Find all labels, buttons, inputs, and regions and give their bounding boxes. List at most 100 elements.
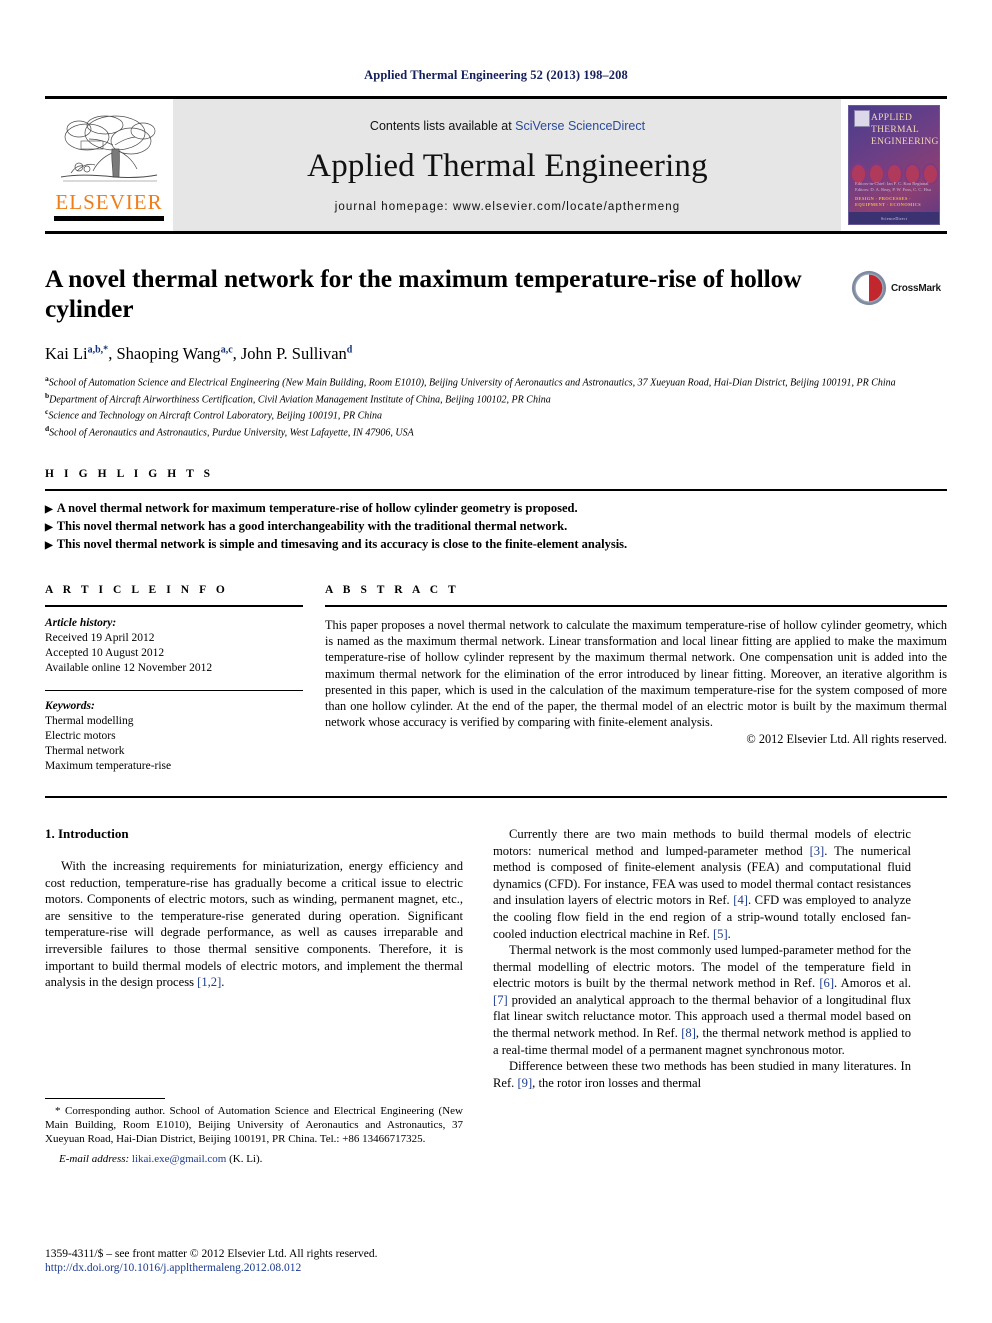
cover-art: APPLIED THERMAL ENGINEERING Editors-in-C…: [848, 105, 940, 225]
footnote-email-line: E-mail address: likai.exe@gmail.com (K. …: [45, 1152, 463, 1166]
author-name: John P. Sullivan: [240, 344, 347, 363]
citation-link[interactable]: [3]: [810, 844, 825, 858]
crossmark-icon: [851, 270, 887, 306]
footnote-email-link[interactable]: likai.exe@gmail.com: [132, 1153, 226, 1165]
author-affiliation-mark: a,b,*: [87, 344, 109, 356]
article-info-heading: A R T I C L E I N F O: [45, 583, 229, 596]
affiliation-item: cScience and Technology on Aircraft Cont…: [45, 407, 383, 422]
author-name: Shaoping Wang: [116, 344, 221, 363]
article-history-title: Article history:: [45, 616, 117, 629]
cover-publisher-bar: ScienceDirect: [849, 212, 939, 224]
article-history-lines: Received 19 April 2012 Accepted 10 August…: [45, 631, 303, 676]
author-list: Kai Lia,b,*, Shaoping Wanga,c, John P. S…: [45, 344, 353, 363]
body-columns: 1. Introduction With the increasing requ…: [45, 825, 947, 1165]
footnote-email-owner: (K. Li).: [229, 1152, 263, 1165]
article-info-column: A R T I C L E I N F O Article history: R…: [45, 584, 303, 774]
keywords-title: Keywords:: [45, 699, 95, 712]
section-divider-rule: [45, 795, 947, 798]
article-history-item: Received 19 April 2012: [45, 631, 155, 644]
highlight-item: ▶ This novel thermal network is simple an…: [45, 536, 628, 551]
footnote-rule: [45, 1097, 165, 1099]
keywords-block: Keywords: Thermal modelling Electric moto…: [45, 699, 303, 774]
citation-link[interactable]: [9]: [517, 1076, 532, 1090]
highlights-section: H I G H L I G H T S ▶ A novel thermal net…: [45, 468, 947, 554]
journal-homepage-link[interactable]: journal homepage: www.elsevier.com/locat…: [335, 201, 681, 213]
article-header: A novel thermal network for the maximum …: [45, 264, 947, 440]
doi-link[interactable]: http://dx.doi.org/10.1016/j.applthermale…: [45, 1261, 465, 1275]
cover-title-line3: ENGINEERING: [871, 137, 939, 147]
keyword-item: Maximum temperature-rise: [45, 759, 172, 772]
info-abstract-row: A R T I C L E I N F O Article history: R…: [45, 584, 947, 774]
contents-line: Contents lists available at SciVerse Sci…: [370, 119, 645, 133]
article-history-item: Accepted 10 August 2012: [45, 646, 165, 659]
body-paragraph: Thermal network is the most commonly use…: [493, 943, 911, 1057]
crossmark-badge[interactable]: CrossMark: [851, 266, 947, 310]
cover-editors-text: Editors-in-Chief: Ian F. C. Kou Regional…: [855, 181, 931, 192]
journal-cover-thumbnail: APPLIED THERMAL ENGINEERING Editors-in-C…: [841, 99, 947, 231]
bullet-arrow-icon: ▶: [45, 503, 53, 515]
elsevier-wordmark: ELSEVIER: [55, 190, 163, 214]
journal-masthead: ELSEVIER Contents lists available at Sci…: [45, 96, 947, 234]
running-head: Applied Thermal Engineering 52 (2013) 19…: [364, 68, 628, 82]
body-paragraph: Difference between these two methods has…: [493, 1059, 911, 1090]
affiliation-item: aSchool of Automation Science and Electr…: [45, 374, 896, 389]
cover-topics-text: DESIGN · PROCESSES · EQUIPMENT · ECONOMI…: [855, 196, 921, 207]
elsevier-logo: ELSEVIER: [45, 99, 173, 231]
paper-page: Applied Thermal Engineering 52 (2013) 19…: [0, 0, 992, 1323]
article-info-rule: [45, 604, 303, 607]
page-footer: 1359-4311/$ – see front matter © 2012 El…: [45, 1247, 465, 1275]
page-title: A novel thermal network for the maximum …: [45, 264, 802, 323]
keywords-lines: Thermal modelling Electric motors Thermal …: [45, 714, 303, 774]
highlights-list: ▶ A novel thermal network for maximum tem…: [45, 500, 947, 554]
right-column-paragraphs: Currently there are two main methods to …: [493, 826, 911, 1092]
highlights-heading: H I G H L I G H T S: [45, 467, 214, 480]
section-heading-introduction: 1. Introduction: [45, 825, 129, 841]
body-paragraph: With the increasing requirements for min…: [45, 858, 463, 990]
abstract-copyright: © 2012 Elsevier Ltd. All rights reserved…: [746, 732, 947, 747]
citation-link[interactable]: [1,2]: [197, 975, 221, 989]
highlights-rule: [45, 488, 947, 491]
contents-prefix: Contents lists available at: [369, 119, 516, 133]
cover-title: APPLIED THERMAL ENGINEERING: [871, 112, 939, 148]
citation-link[interactable]: [7]: [493, 993, 508, 1007]
keyword-item: Electric motors: [45, 729, 116, 742]
bullet-arrow-icon: ▶: [45, 521, 53, 533]
citation-link[interactable]: [6]: [819, 976, 834, 990]
body-paragraph: Currently there are two main methods to …: [493, 826, 911, 941]
corresponding-author-footnote: * Corresponding author. School of Automa…: [45, 1097, 463, 1166]
footnote-text: * Corresponding author. School of Automa…: [45, 1104, 463, 1146]
cover-title-line2: THERMAL: [871, 125, 920, 135]
article-history-item: Available online 12 November 2012: [45, 661, 213, 674]
citation-link[interactable]: [4]: [733, 893, 748, 907]
abstract-column: A B S T R A C T This paper proposes a no…: [303, 584, 947, 774]
affiliation-item: dSchool of Aeronautics and Astronautics,…: [45, 424, 414, 439]
affiliation-mark: c: [45, 407, 49, 417]
keywords-rule: [45, 689, 303, 691]
highlight-item: ▶ This novel thermal network has a good i…: [45, 518, 568, 533]
highlight-item: ▶ A novel thermal network for maximum tem…: [45, 500, 578, 515]
footnote-email-label: E-mail address:: [59, 1152, 130, 1165]
author-affiliation-mark: a,c: [220, 344, 233, 356]
citation-link[interactable]: [8]: [681, 1026, 696, 1040]
author-affiliation-mark: d: [346, 344, 353, 356]
affiliation-mark: b: [45, 390, 50, 400]
affiliation-mark: a: [45, 374, 49, 383]
crossmark-label: CrossMark: [891, 282, 941, 294]
article-history-block: Article history: Received 19 April 2012 A…: [45, 616, 303, 676]
body-column-left: 1. Introduction With the increasing requ…: [45, 825, 463, 1165]
issn-copyright-line: 1359-4311/$ – see front matter © 2012 El…: [45, 1248, 378, 1260]
elsevier-rule: [54, 216, 164, 221]
affiliation-list: aSchool of Automation Science and Electr…: [45, 373, 947, 440]
keyword-item: Thermal network: [45, 744, 125, 757]
left-column-paragraphs: With the increasing requirements for min…: [45, 858, 463, 991]
abstract-text: This paper proposes a novel thermal netw…: [325, 617, 947, 730]
abstract-heading: A B S T R A C T: [325, 583, 460, 596]
cover-elsevier-mark: [854, 110, 870, 127]
bullet-arrow-icon: ▶: [45, 539, 53, 551]
affiliation-item: bDepartment of Aircraft Airworthiness Ce…: [45, 390, 551, 406]
abstract-rule: [325, 604, 947, 607]
sciencedirect-link[interactable]: SciVerse ScienceDirect: [515, 119, 645, 133]
citation-link[interactable]: [5]: [713, 927, 728, 941]
masthead-center: Contents lists available at SciVerse Sci…: [173, 99, 841, 231]
author-name: Kai Li: [45, 344, 88, 363]
